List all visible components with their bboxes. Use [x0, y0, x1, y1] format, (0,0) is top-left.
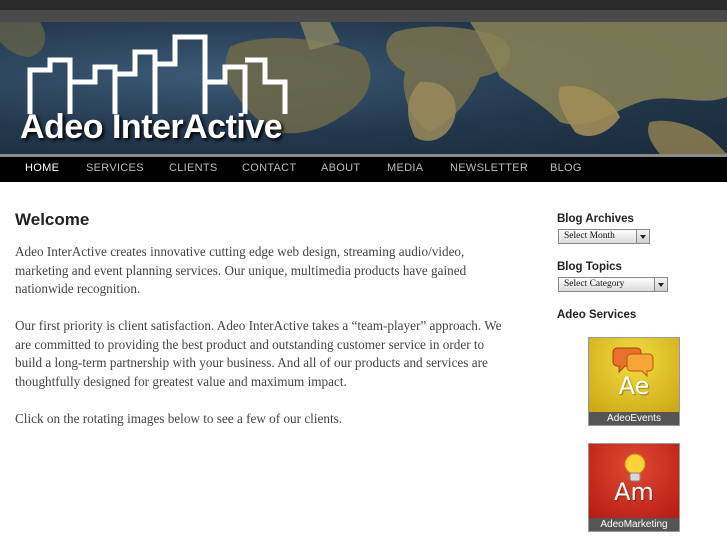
clients-paragraph: Click on the rotating images below to se…	[15, 411, 343, 426]
main-navigation: HOME SERVICES CLIENTS CONTACT ABOUT MEDI…	[0, 157, 727, 182]
adeomarketing-abbr: Am	[614, 478, 654, 506]
nav-newsletter[interactable]: NEWSLETTER	[450, 157, 528, 182]
nav-about[interactable]: ABOUT	[321, 157, 360, 182]
chevron-down-icon	[654, 278, 667, 291]
adeoevents-tile-image: Ae	[589, 338, 679, 412]
blog-topics-heading: Blog Topics	[557, 261, 622, 273]
priority-paragraph: Our first priority is client satisfactio…	[15, 318, 502, 389]
adeo-services-heading: Adeo Services	[557, 309, 637, 321]
adeoevents-caption: AdeoEvents	[589, 412, 679, 425]
page-title: Welcome	[15, 210, 90, 229]
nav-services[interactable]: SERVICES	[86, 157, 144, 182]
blog-archives-heading: Blog Archives	[557, 213, 634, 225]
topics-select-value: Select Category	[564, 279, 625, 289]
archives-select[interactable]: Select Month	[558, 229, 650, 244]
chevron-down-icon	[636, 230, 649, 243]
main-content: Welcome Adeo InterActive creates innovat…	[15, 210, 505, 426]
adeomarketing-caption: AdeoMarketing	[589, 518, 679, 531]
nav-blog[interactable]: BLOG	[550, 157, 582, 182]
adeomarketing-tile-image: Am	[589, 444, 679, 518]
archives-select-value: Select Month	[564, 231, 615, 241]
nav-media[interactable]: MEDIA	[387, 157, 423, 182]
site-logo-text[interactable]: Adeo InterActive	[20, 108, 283, 147]
nav-contact[interactable]: CONTACT	[242, 157, 296, 182]
service-tile-adeoevents[interactable]: Ae AdeoEvents	[588, 337, 680, 426]
intro-paragraph: Adeo InterActive creates innovative cutt…	[15, 244, 467, 297]
top-bar	[0, 0, 727, 10]
adeoevents-abbr: Ae	[618, 372, 650, 400]
nav-home[interactable]: HOME	[25, 157, 59, 182]
nav-clients[interactable]: CLIENTS	[169, 157, 218, 182]
service-tile-adeomarketing[interactable]: Am AdeoMarketing	[588, 443, 680, 532]
topics-select[interactable]: Select Category	[558, 277, 668, 292]
